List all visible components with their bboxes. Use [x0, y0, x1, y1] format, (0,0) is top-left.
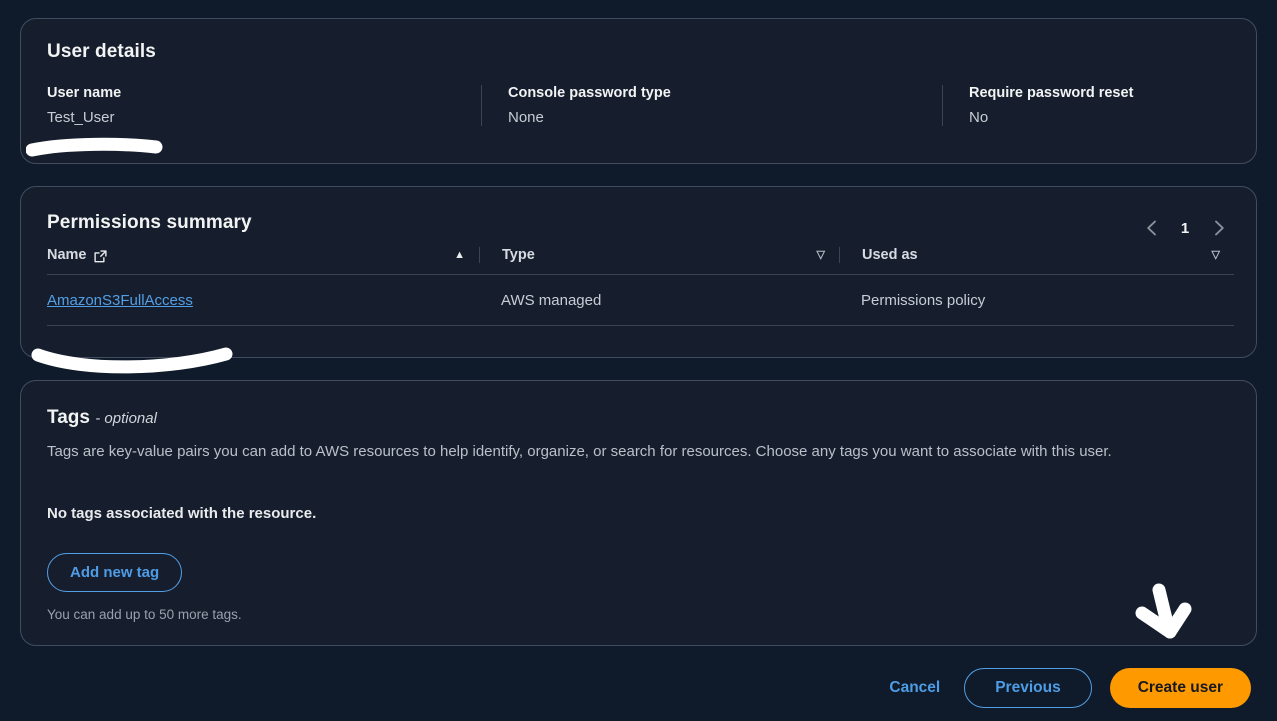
- detail-value: No: [969, 109, 989, 126]
- footer-actions: Cancel Previous Create user: [883, 668, 1251, 708]
- column-header-used-as[interactable]: Used as ▽: [839, 247, 1234, 263]
- permissions-summary-card: Permissions summary 1 Name ▲ Type ▽ Used…: [20, 186, 1257, 358]
- column-header-label: Type: [502, 247, 535, 263]
- column-header-label: Used as: [862, 247, 918, 263]
- user-details-fields: User name Test_User Console password typ…: [47, 85, 1230, 126]
- cell-policy-used-as: Permissions policy: [861, 292, 986, 309]
- tags-empty-state: No tags associated with the resource.: [47, 505, 317, 522]
- detail-value: Test_User: [47, 109, 115, 126]
- iam-create-user-review-page: User details User name Test_User Console…: [0, 0, 1277, 721]
- detail-value: None: [508, 109, 544, 126]
- cancel-button[interactable]: Cancel: [883, 671, 946, 705]
- chevron-right-icon[interactable]: [1204, 213, 1234, 243]
- table-pagination: 1: [1136, 213, 1234, 243]
- column-header-type[interactable]: Type ▽: [479, 247, 839, 263]
- tags-title: Tags - optional: [47, 407, 157, 429]
- tags-title-text: Tags: [47, 407, 90, 428]
- sort-none-icon[interactable]: ▽: [1212, 249, 1220, 261]
- sort-ascending-icon[interactable]: ▲: [454, 249, 465, 261]
- user-details-title: User details: [47, 41, 156, 62]
- detail-user-name: User name Test_User: [47, 85, 481, 126]
- tags-limit-hint: You can add up to 50 more tags.: [47, 607, 242, 622]
- create-user-button[interactable]: Create user: [1109, 668, 1251, 708]
- tags-card: Tags - optional Tags are key-value pairs…: [20, 380, 1257, 646]
- detail-label: Console password type: [508, 85, 671, 101]
- column-header-name[interactable]: Name ▲: [47, 247, 479, 263]
- cell-policy-name: AmazonS3FullAccess: [47, 292, 479, 309]
- policy-link[interactable]: AmazonS3FullAccess: [47, 292, 193, 309]
- column-header-label: Name: [47, 247, 87, 263]
- sort-none-icon[interactable]: ▽: [817, 249, 825, 261]
- permissions-table: Name ▲ Type ▽ Used as ▽ AmazonS3FullAcce…: [47, 247, 1234, 326]
- table-header-row: Name ▲ Type ▽ Used as ▽: [47, 247, 1234, 275]
- add-new-tag-button[interactable]: Add new tag: [47, 553, 183, 592]
- pagination-page-1[interactable]: 1: [1172, 213, 1198, 243]
- detail-console-password-type: Console password type None: [481, 85, 942, 126]
- chevron-left-icon[interactable]: [1136, 213, 1166, 243]
- permissions-summary-title: Permissions summary: [47, 212, 252, 233]
- tags-description: Tags are key-value pairs you can add to …: [47, 443, 1112, 460]
- cell-policy-type: AWS managed: [501, 292, 602, 309]
- detail-require-password-reset: Require password reset No: [942, 85, 1277, 126]
- external-link-icon: [93, 249, 107, 263]
- user-details-card: User details User name Test_User Console…: [20, 18, 1257, 164]
- detail-label: Require password reset: [969, 85, 1134, 101]
- tags-optional-label: - optional: [95, 410, 157, 427]
- previous-button[interactable]: Previous: [964, 668, 1092, 708]
- table-row: AmazonS3FullAccess AWS managed Permissio…: [47, 275, 1234, 326]
- detail-label: User name: [47, 85, 122, 101]
